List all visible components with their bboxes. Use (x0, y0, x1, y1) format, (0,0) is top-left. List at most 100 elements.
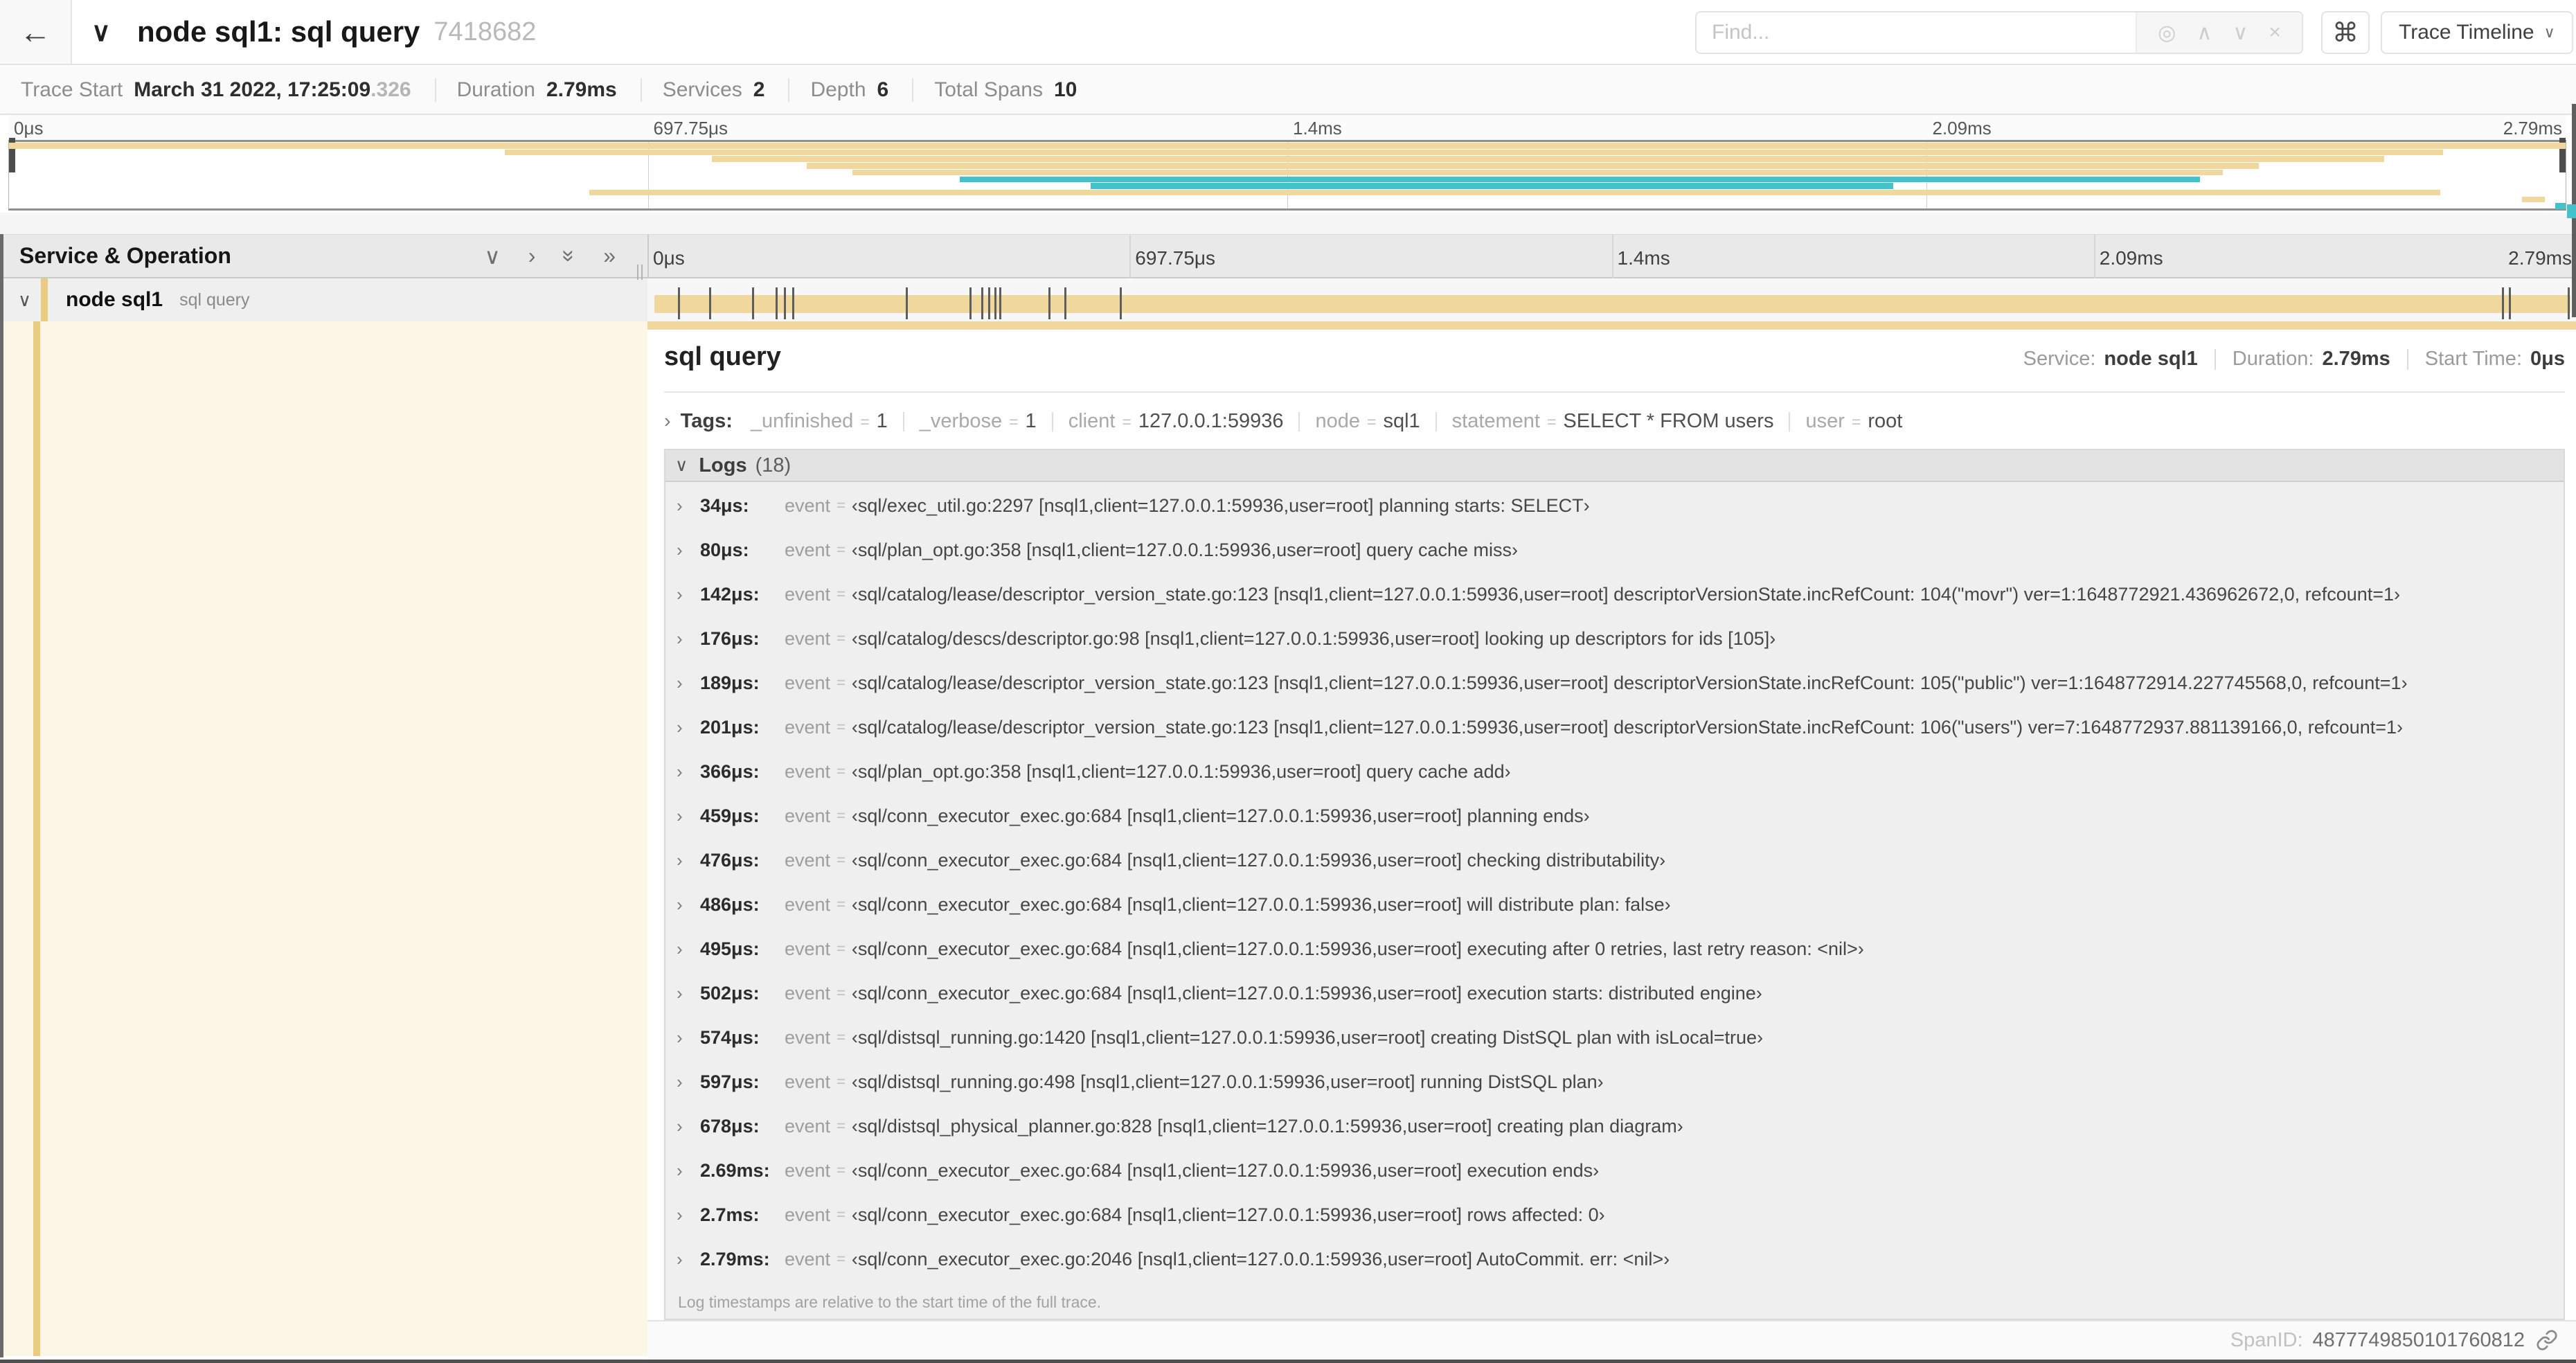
collapse-all-icon[interactable]: » (557, 250, 582, 262)
tags-items: _unfinished = 1 _verbose = 1 client = 127.0.0.1:… (751, 410, 1902, 433)
tag-divider (902, 411, 904, 431)
chevron-right-icon: › (677, 849, 683, 871)
prev-match-icon[interactable]: ∧ (2197, 21, 2212, 45)
edge-span-sliver (2567, 204, 2576, 218)
keyboard-shortcuts-button[interactable]: ⌘ (2321, 11, 2370, 54)
minimap-span (806, 163, 2259, 169)
timeline-tick-label: 697.75μs (653, 118, 728, 139)
log-marker (981, 287, 984, 319)
log-field-key: event (785, 938, 831, 959)
timeline-tick-label: 0μs (653, 247, 685, 269)
match-locate-icon[interactable]: ◎ (2158, 21, 2176, 45)
log-row[interactable]: › 80μs: event = ‹sql/plan_opt.go:358 [nsql1,… (665, 528, 2564, 572)
log-row[interactable]: › 176μs: event = ‹sql/catalog/descs/descript… (665, 616, 2564, 661)
log-row[interactable]: › 486μs: event = ‹sql/conn_executor_exec.go:… (665, 882, 2564, 927)
tag-divider (1051, 411, 1053, 431)
detail-summary-item: Service: node sql1 (2023, 348, 2198, 370)
command-icon: ⌘ (2332, 18, 2359, 48)
clear-find-icon[interactable]: × (2269, 21, 2281, 44)
log-marker (994, 287, 996, 319)
minimap-span (1090, 183, 1893, 189)
log-row[interactable]: › 597μs: event = ‹sql/distsql_running.go:498… (665, 1060, 2564, 1104)
log-row[interactable]: › 502μs: event = ‹sql/conn_executor_exec.go:… (665, 971, 2564, 1015)
log-marker (2508, 287, 2511, 319)
span-duration-bar[interactable] (654, 287, 2570, 319)
chevron-right-icon: › (677, 1159, 683, 1181)
tag-item: _unfinished = 1 (750, 410, 888, 432)
log-row[interactable]: › 476μs: event = ‹sql/conn_executor_exec.go:… (665, 838, 2564, 882)
span-row-label[interactable]: ∨ node sql1 sql query (0, 278, 647, 321)
chevron-right-icon: › (677, 672, 683, 693)
tag-item: client = 127.0.0.1:59936 (1068, 410, 1284, 432)
timeline-tick-label: 697.75μs (1135, 247, 1216, 269)
log-row[interactable]: › 2.7ms: event = ‹sql/conn_executor_exec.go:… (665, 1193, 2564, 1237)
log-field-key: event (785, 893, 831, 915)
log-field-value: ‹sql/conn_executor_exec.go:684 [nsql1,cl… (851, 849, 1666, 871)
minimap-canvas[interactable] (8, 138, 2566, 211)
span-color-stripe (41, 278, 48, 321)
collapse-one-icon[interactable]: ∨ (484, 243, 500, 269)
log-field-key: event (785, 539, 831, 560)
log-field-value: ‹sql/exec_util.go:2297 [nsql1,client=127… (851, 495, 1590, 516)
log-field-key: event (785, 583, 831, 605)
trace-title: node sql1: sql query (137, 15, 420, 48)
log-row[interactable]: › 366μs: event = ‹sql/plan_opt.go:358 [nsql1… (665, 749, 2564, 794)
log-marker (988, 287, 990, 319)
log-timestamp: 678μs: (700, 1115, 760, 1137)
left-scrollbar[interactable] (0, 234, 3, 1357)
link-icon[interactable] (2536, 1329, 2558, 1351)
log-row[interactable]: › 2.69ms: event = ‹sql/conn_executor_exec.go… (665, 1148, 2564, 1193)
column-resize-handle[interactable] (637, 265, 647, 280)
log-field-value: ‹sql/conn_executor_exec.go:2046 [nsql1,c… (851, 1248, 1670, 1270)
timeline-tick-label: 2.79ms (2503, 118, 2562, 139)
span-detail-panel: sql query Service: node sql1 Duration: 2.79… (647, 321, 2576, 1359)
timeline-ruler: 0μs 697.75μs 1.4ms 2.09ms 2.79ms (647, 234, 2576, 278)
log-marker (999, 287, 1001, 319)
expand-one-icon[interactable]: › (528, 243, 536, 269)
log-row[interactable]: › 495μs: event = ‹sql/conn_executor_exec.go:… (665, 927, 2564, 971)
log-row[interactable]: › 678μs: event = ‹sql/distsql_physical_plann… (665, 1104, 2564, 1148)
log-field-key: event (785, 982, 831, 1004)
log-row[interactable]: › 574μs: event = ‹sql/distsql_running.go:142… (665, 1015, 2564, 1060)
next-match-icon[interactable]: ∨ (2233, 21, 2248, 45)
log-field-key: event (785, 760, 831, 782)
row-service-name: node sql1 (66, 288, 163, 311)
tag-item: _verbose = 1 (919, 410, 1037, 432)
chevron-right-icon: › (677, 1115, 683, 1137)
find-input[interactable] (1697, 12, 2136, 53)
log-field-value: ‹sql/catalog/lease/descriptor_version_st… (851, 716, 2404, 738)
trace-collapse-chevron-icon[interactable]: ∨ (91, 0, 111, 64)
log-row[interactable]: › 459μs: event = ‹sql/conn_executor_exec.go:… (665, 794, 2564, 838)
log-marker (1064, 287, 1067, 319)
log-field-key: event (785, 805, 831, 826)
view-selector-button[interactable]: Trace Timeline ∨ (2381, 11, 2573, 54)
trace-summary-item: Duration 2.79ms (457, 78, 642, 102)
logs-header[interactable]: ∨ Logs (18) (665, 450, 2564, 482)
log-field-key: event (785, 672, 831, 693)
expand-all-icon[interactable]: » (603, 243, 616, 269)
chevron-right-icon: › (677, 805, 683, 826)
log-field-value: ‹sql/distsql_running.go:498 [nsql1,clien… (851, 1071, 1604, 1092)
chevron-right-icon: › (677, 760, 683, 782)
log-marker (2567, 287, 2570, 319)
tags-row[interactable]: › Tags: _unfinished = 1 _verbose = 1 client = 12… (664, 410, 2565, 433)
trace-summary-item: Trace Start March 31 2022, 17:25:09.326 (21, 78, 436, 102)
log-timestamp: 80μs: (700, 539, 749, 560)
log-row[interactable]: › 2.79ms: event = ‹sql/conn_executor_exec.go… (665, 1237, 2564, 1281)
row-chevron-down-icon[interactable]: ∨ (18, 289, 31, 311)
chevron-right-icon: › (664, 410, 671, 432)
log-row[interactable]: › 34μs: event = ‹sql/exec_util.go:2297 [nsql… (665, 483, 2564, 528)
detail-summary-item: Start Time: 0μs (2424, 348, 2565, 370)
log-row[interactable]: › 189μs: event = ‹sql/catalog/lease/descript… (665, 661, 2564, 705)
logs-label: Logs (699, 454, 747, 476)
log-row[interactable]: › 201μs: event = ‹sql/catalog/lease/descript… (665, 705, 2564, 749)
view-selector-label: Trace Timeline (2399, 21, 2534, 44)
log-row[interactable]: › 142μs: event = ‹sql/catalog/lease/descript… (665, 572, 2564, 616)
chevron-right-icon: › (677, 938, 683, 959)
span-id-label: SpanID: (2230, 1328, 2303, 1351)
detail-indent-column (0, 321, 647, 1356)
trace-summary-item: Total Spans 10 (934, 78, 1077, 101)
detail-operation-title: sql query (664, 342, 781, 371)
log-marker (775, 287, 778, 319)
back-button[interactable]: ← (0, 0, 72, 64)
